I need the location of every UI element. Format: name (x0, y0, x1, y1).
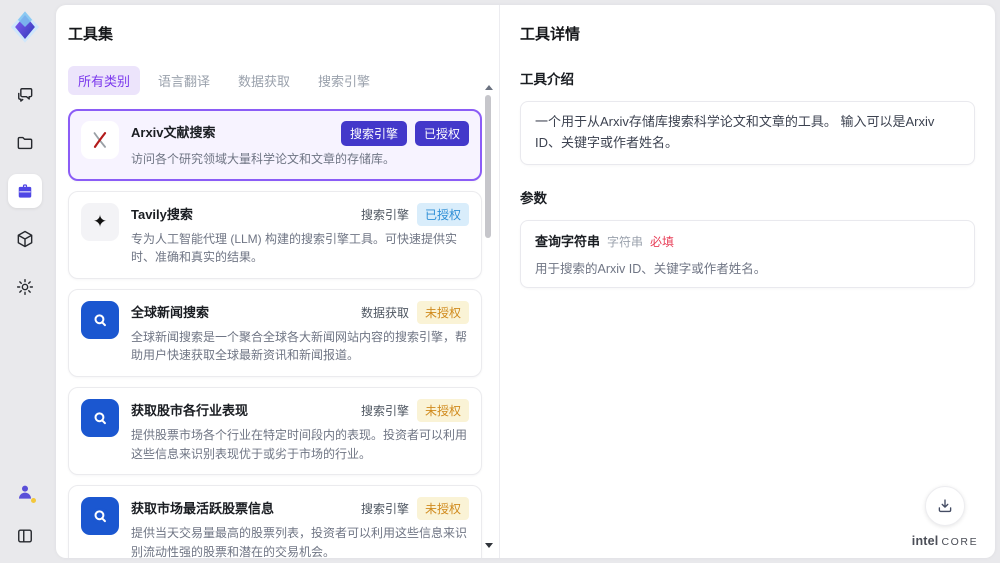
category-tabs: 所有类别 语言翻译 数据获取 搜索引擎 (68, 66, 479, 95)
tool-title: 获取市场最活跃股票信息 (131, 501, 275, 517)
tool-card-list: Arxiv文献搜索 搜索引擎 已授权 访问各个研究领域大量科学论文和文章的存储库… (68, 109, 482, 558)
tool-description: 访问各个研究领域大量科学论文和文章的存储库。 (131, 152, 396, 166)
param-type: 字符串 (607, 234, 644, 249)
chat-icon (18, 88, 33, 102)
params-heading: 参数 (520, 190, 547, 206)
param-name: 查询字符串 (535, 233, 601, 249)
package-icon (17, 230, 33, 248)
arxiv-logo-icon (81, 121, 119, 159)
tool-title: Arxiv文献搜索 (131, 125, 216, 140)
param-required-label: 必填 (650, 234, 675, 249)
tool-category-tag: 搜索引擎 (340, 121, 407, 146)
page-title: 工具集 (68, 26, 114, 43)
param-card: 查询字符串 字符串 必填 用于搜索的Arxiv ID、关键字或作者姓名。 (520, 219, 975, 288)
tool-auth-badge: 未授权 (416, 398, 469, 422)
download-button[interactable] (925, 486, 965, 526)
corner-widgets: intel CORE (907, 486, 983, 548)
intro-text: 一个用于从Arxiv存储库搜索科学论文和文章的工具。 输入可以是Arxiv ID… (535, 114, 935, 150)
tool-card-global-news[interactable]: 全球新闻搜索 数据获取 未授权 全球新闻搜索是一个聚合全球各大新闻网站内容的搜索… (68, 288, 482, 377)
search-q-icon (81, 398, 119, 437)
tool-title: 全球新闻搜索 (131, 304, 210, 320)
main-panel: 工具集 所有类别 语言翻译 数据获取 搜索引擎 Arxiv文献搜索 搜索引擎 已… (56, 5, 995, 558)
search-q-icon (81, 300, 119, 339)
tool-auth-badge: 未授权 (416, 497, 469, 521)
intro-heading: 工具介绍 (520, 72, 574, 87)
tool-title: Tavily搜索 (131, 206, 193, 222)
core-wordmark: CORE (941, 536, 979, 548)
sidebar-item-chat[interactable] (8, 78, 42, 112)
scrollbar-down-arrow-icon[interactable] (485, 543, 493, 548)
tool-category-tag: 搜索引擎 (360, 207, 409, 222)
tool-auth-badge: 已授权 (416, 202, 469, 226)
scrollbar-thumb[interactable] (485, 95, 491, 238)
intro-card: 一个用于从Arxiv存储库搜索科学论文和文章的工具。 输入可以是Arxiv ID… (520, 101, 975, 165)
sidebar-item-settings[interactable] (8, 270, 42, 304)
folder-icon (17, 136, 33, 150)
tab-search-engine[interactable]: 搜索引擎 (308, 66, 380, 95)
tool-category-tag: 搜索引擎 (360, 403, 409, 418)
tool-auth-badge: 已授权 (414, 121, 469, 146)
sidebar-item-panel-toggle[interactable] (8, 519, 42, 553)
download-tray-icon (938, 499, 952, 513)
tab-data-fetch[interactable]: 数据获取 (228, 66, 300, 95)
tool-category-tag: 搜索引擎 (360, 502, 409, 517)
list-scrollbar[interactable] (484, 83, 493, 550)
tool-card-active-stocks[interactable]: 获取市场最活跃股票信息 搜索引擎 未授权 提供当天交易量最高的股票列表，投资者可… (68, 485, 482, 558)
tool-description: 提供股票市场各个行业在特定时间段内的表现。投资者可以利用这些信息来识别表现优于或… (131, 427, 468, 461)
scrollbar-up-arrow-icon[interactable] (485, 85, 493, 90)
toolbox-icon (18, 184, 32, 198)
tab-all-categories[interactable]: 所有类别 (68, 66, 141, 95)
gear-icon (16, 278, 34, 296)
sidebar-item-tools[interactable] (8, 174, 42, 208)
tool-category-tag: 数据获取 (360, 305, 409, 320)
tool-description: 提供当天交易量最高的股票列表，投资者可以利用这些信息来识别流动性强的股票和潜在的… (131, 526, 468, 558)
details-title: 工具详情 (520, 26, 581, 43)
tool-card-tavily[interactable]: ✦ Tavily搜索 搜索引擎 已授权 专为人工智能代理 (LLM) 构建的搜索… (68, 190, 482, 279)
tool-card-industry-performance[interactable]: 获取股市各行业表现 搜索引擎 未授权 提供股票市场各个行业在特定时间段内的表现。… (68, 386, 482, 476)
tool-details-panel: 工具详情 工具介绍 一个用于从Arxiv存储库搜索科学论文和文章的工具。 输入可… (500, 5, 995, 558)
tool-description: 专为人工智能代理 (LLM) 构建的搜索引擎工具。可快速提供实时、准确和真实的结… (131, 231, 458, 265)
intel-core-logo: intel CORE (907, 534, 983, 548)
tools-list-panel: 工具集 所有类别 语言翻译 数据获取 搜索引擎 Arxiv文献搜索 搜索引擎 已… (56, 5, 500, 558)
search-q-icon (81, 497, 119, 536)
tool-card-arxiv[interactable]: Arxiv文献搜索 搜索引擎 已授权 访问各个研究领域大量科学论文和文章的存储库… (68, 109, 482, 181)
sidebar-item-files[interactable] (8, 126, 42, 160)
tavily-star-icon: ✦ (81, 202, 119, 241)
user-status-dot (31, 498, 36, 503)
param-description: 用于搜索的Arxiv ID、关键字或作者姓名。 (535, 261, 767, 276)
sidebar-item-account[interactable] (8, 475, 42, 509)
tool-title: 获取股市各行业表现 (131, 402, 249, 418)
panel-toggle-icon (18, 529, 32, 543)
tool-auth-badge: 未授权 (416, 300, 469, 324)
tool-description: 全球新闻搜索是一个聚合全球各大新闻网站内容的搜索引擎，帮助用户快速获取全球最新资… (131, 329, 468, 363)
tab-language-translation[interactable]: 语言翻译 (148, 66, 220, 95)
intel-wordmark: intel (911, 534, 939, 548)
app-sidebar (0, 0, 50, 563)
app-logo-icon (8, 10, 42, 44)
sidebar-item-packages[interactable] (8, 222, 42, 256)
